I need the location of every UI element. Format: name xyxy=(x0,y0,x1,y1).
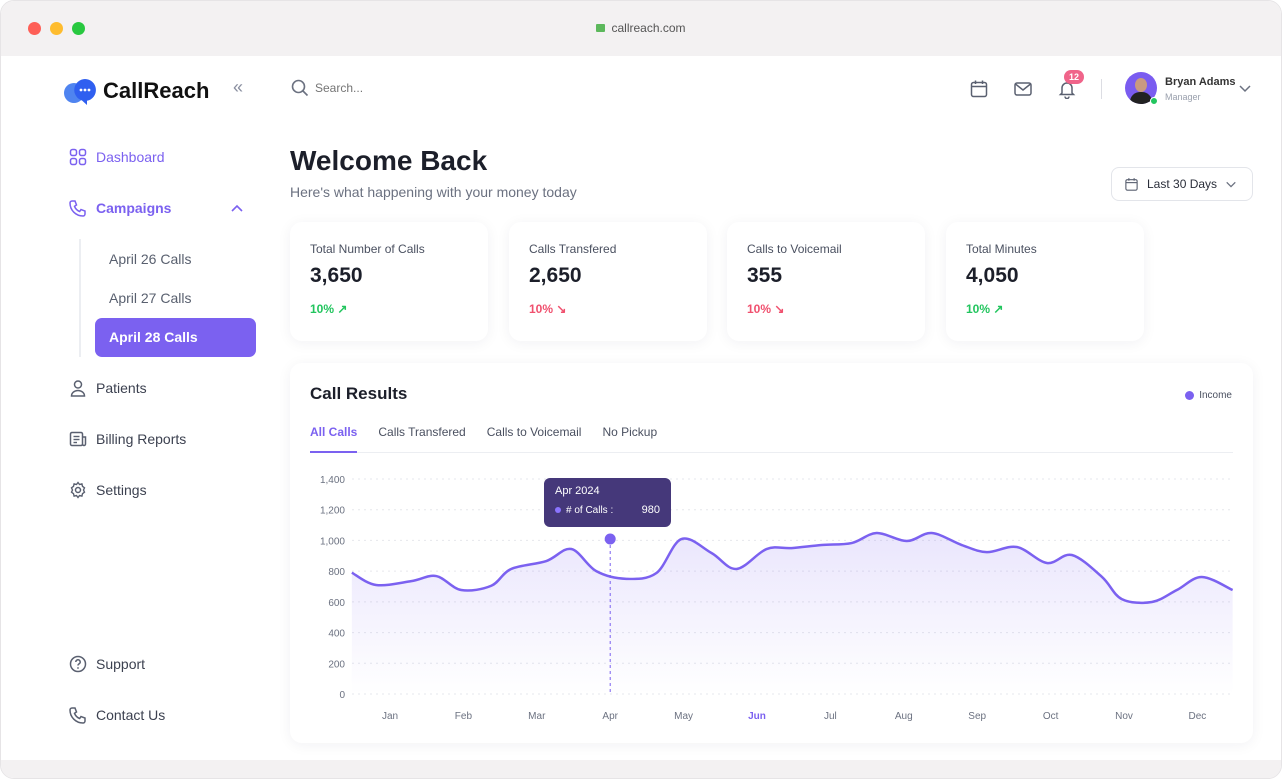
x-tick-label: Apr xyxy=(602,711,618,722)
tooltip-value: 980 xyxy=(641,504,660,516)
tooltip-title: Apr 2024 xyxy=(555,485,600,497)
x-tick-label: Oct xyxy=(1043,711,1059,722)
hover-point xyxy=(604,533,616,545)
y-tick-label: 1,000 xyxy=(320,536,345,547)
tooltip-label: # of Calls : xyxy=(566,504,614,516)
x-tick-label: Jan xyxy=(382,711,398,722)
area-fill xyxy=(351,533,1233,694)
y-tick-label: 1,200 xyxy=(320,506,345,517)
x-tick-label: Dec xyxy=(1189,711,1207,722)
browser-bottom-bar xyxy=(1,760,1281,778)
tooltip-swatch xyxy=(555,507,561,513)
x-tick-label: Nov xyxy=(1115,711,1133,722)
x-tick-label: Mar xyxy=(528,711,546,722)
y-tick-label: 600 xyxy=(328,598,345,609)
x-tick-label: Aug xyxy=(895,711,913,722)
x-tick-label: Jul xyxy=(824,711,837,722)
x-tick-label: Feb xyxy=(455,711,473,722)
x-tick-label: May xyxy=(674,711,693,722)
y-tick-label: 1,400 xyxy=(320,475,345,486)
chart-tooltip: Apr 2024 # of Calls : 980 xyxy=(544,478,671,527)
x-tick-label: Jun xyxy=(748,711,766,722)
browser-window: callreach.com CallReach « 12 Bryan Adams… xyxy=(0,0,1282,779)
y-tick-label: 800 xyxy=(328,567,345,578)
y-tick-label: 200 xyxy=(328,659,345,670)
call-results-chart: 0 200 400 600 800 1,000 1,200 1,400 Jan Feb Mar Apr… xyxy=(320,475,1234,722)
y-tick-label: 0 xyxy=(339,690,345,701)
x-tick-label: Sep xyxy=(968,711,986,722)
y-tick-label: 400 xyxy=(328,629,345,640)
